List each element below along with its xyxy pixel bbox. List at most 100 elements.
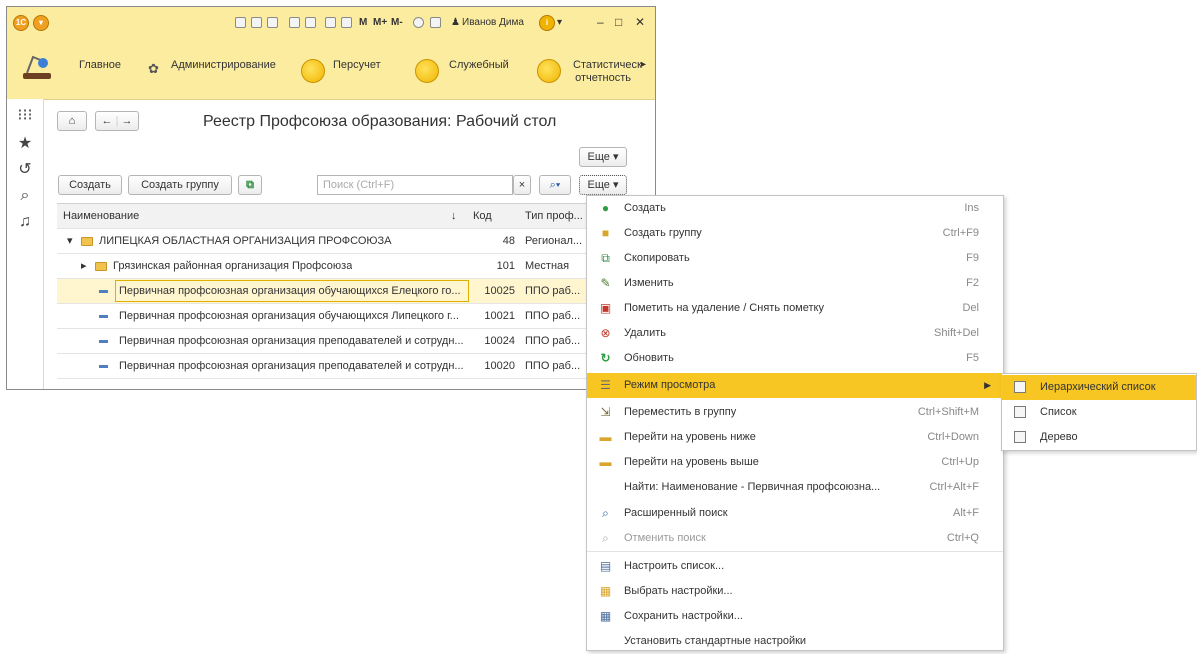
- submenu-item-list[interactable]: Список: [1002, 400, 1196, 425]
- pencil-icon: ✎: [600, 276, 611, 290]
- memory-m[interactable]: M: [359, 17, 367, 28]
- header-code[interactable]: Код: [473, 204, 492, 228]
- row-type: Регионал...: [525, 235, 583, 247]
- section-stats[interactable]: Статистическ отчетность: [573, 59, 642, 85]
- maximize-icon[interactable]: □: [615, 15, 622, 29]
- table-row[interactable]: Первичная профсоюзная организация обучаю…: [57, 279, 635, 304]
- table-row[interactable]: ▸ Грязинская районная организация Профсо…: [57, 254, 635, 279]
- calendar-icon[interactable]: [341, 17, 352, 28]
- row-name: Грязинская районная организация Профсоюз…: [113, 260, 353, 272]
- save-settings-icon: ▦: [599, 609, 612, 623]
- user-name[interactable]: Иванов Дима: [462, 17, 524, 28]
- calc-icon[interactable]: [325, 17, 336, 28]
- print-icon[interactable]: [251, 17, 262, 28]
- chevron-down-icon[interactable]: ▾: [557, 17, 562, 28]
- section-persuchet[interactable]: Персучет: [333, 59, 381, 72]
- submenu-item-tree[interactable]: Дерево: [1002, 425, 1196, 450]
- search-input[interactable]: Поиск (Ctrl+F): [317, 175, 513, 195]
- favorites-icon[interactable]: ★: [16, 135, 34, 153]
- info-icon[interactable]: i: [539, 15, 555, 31]
- row-code: 10020: [484, 360, 515, 372]
- search-icon[interactable]: ⌕: [16, 187, 34, 205]
- section-main[interactable]: Главное: [79, 59, 121, 72]
- table-header: Наименование ↓ Код Тип проф...: [57, 204, 635, 229]
- menu-item-choose-settings[interactable]: ▦ Выбрать настройки...: [587, 579, 1003, 604]
- menu-item-refresh[interactable]: ↻ Обновить F5: [587, 346, 1003, 371]
- memory-mplus[interactable]: M+: [373, 17, 387, 28]
- clear-search-icon[interactable]: ×: [513, 175, 531, 195]
- row-type: ППО раб...: [525, 360, 581, 372]
- row-type: ППО раб...: [525, 335, 581, 347]
- home-button[interactable]: ⌂: [57, 111, 87, 131]
- list-table: Наименование ↓ Код Тип проф... ▾ ЛИПЕЦКА…: [57, 203, 635, 380]
- back-button[interactable]: ←: [102, 115, 113, 127]
- attach-icon[interactable]: [289, 17, 300, 28]
- row-name: Первичная профсоюзная организация препод…: [119, 335, 464, 347]
- copy-icon[interactable]: ⧉: [238, 175, 262, 195]
- forward-button[interactable]: →: [121, 115, 132, 127]
- cancel-search-icon: ⌕: [602, 531, 609, 545]
- minimize-icon[interactable]: –: [597, 15, 604, 29]
- scroll-right-icon[interactable]: ▸: [641, 59, 646, 70]
- menu-item-view-mode[interactable]: ☰ Режим просмотра ▶: [587, 373, 1003, 398]
- all-functions-icon[interactable]: ⁝⁝⁝: [16, 107, 34, 125]
- row-name: Первичная профсоюзная организация обучаю…: [119, 310, 459, 322]
- section-service[interactable]: Служебный: [449, 59, 509, 72]
- settings-folder-icon: ▦: [599, 584, 612, 598]
- table-row[interactable]: Первичная профсоюзная организация обучаю…: [57, 304, 635, 329]
- menu-item-copy[interactable]: ⧉ Скопировать F9: [587, 246, 1003, 271]
- move-group-icon: ⇲: [600, 405, 611, 419]
- row-expand-icon[interactable]: ▸: [81, 254, 87, 278]
- zoom-icon[interactable]: [413, 17, 424, 28]
- create-group-button[interactable]: Создать группу: [128, 175, 232, 195]
- header-type[interactable]: Тип проф...: [525, 204, 583, 228]
- 1c-logo-icon[interactable]: 1C: [13, 15, 29, 31]
- menu-item-create[interactable]: ● Создать Ins: [587, 196, 1003, 221]
- menu-item-mark-delete[interactable]: ▣ Пометить на удаление / Снять пометку D…: [587, 296, 1003, 321]
- menu-item-advanced-search[interactable]: ⌕ Расширенный поиск Alt+F: [587, 501, 1003, 526]
- save-icon[interactable]: [235, 17, 246, 28]
- title-bar: 1C ▾ M M+ M- ♟ Иванов Дима i ▾ – □ ✕: [7, 7, 655, 42]
- service-icon: [415, 59, 439, 83]
- level-down-icon: ▬: [599, 430, 612, 444]
- row-expand-icon[interactable]: ▾: [67, 229, 73, 253]
- nav-buttons: ← | →: [95, 111, 139, 131]
- history-icon[interactable]: ↺: [16, 161, 34, 179]
- menu-item-delete[interactable]: ⊗ Удалить Shift+Del: [587, 321, 1003, 346]
- app-window: 1C ▾ M M+ M- ♟ Иванов Дима i ▾ – □ ✕ Гла…: [6, 6, 656, 390]
- menu-item-default-settings[interactable]: Установить стандартные настройки: [587, 629, 1003, 654]
- main-section-icon[interactable]: [19, 51, 55, 85]
- menu-item-cancel-search[interactable]: ⌕ Отменить поиск Ctrl+Q: [587, 526, 1003, 551]
- hierarchical-list-icon: [1014, 381, 1026, 393]
- panel-icon[interactable]: [430, 17, 441, 28]
- main-menu-icon[interactable]: ▾: [33, 15, 49, 31]
- menu-item-move-group[interactable]: ⇲ Переместить в группу Ctrl+Shift+M: [587, 400, 1003, 425]
- header-name[interactable]: Наименование: [63, 204, 139, 228]
- table-row[interactable]: Первичная профсоюзная организация препод…: [57, 354, 635, 379]
- item-icon: [99, 304, 108, 328]
- menu-item-create-group[interactable]: ■ Создать группу Ctrl+F9: [587, 221, 1003, 246]
- item-icon: [99, 354, 108, 378]
- menu-item-find[interactable]: Найти: Наименование - Первичная профсоюз…: [587, 475, 1003, 500]
- section-admin[interactable]: Администрирование: [171, 59, 276, 72]
- more-button[interactable]: Еще ▾: [579, 175, 627, 195]
- submenu-arrow-icon: ▶: [984, 380, 991, 390]
- print2-icon[interactable]: [305, 17, 316, 28]
- submenu-item-hierarchical[interactable]: Иерархический список: [1002, 375, 1196, 400]
- menu-item-configure-list[interactable]: ▤ Настроить список...: [587, 554, 1003, 579]
- preview-icon[interactable]: [267, 17, 278, 28]
- more-button-top[interactable]: Еще ▾: [579, 147, 627, 167]
- menu-item-save-settings[interactable]: ▦ Сохранить настройки...: [587, 604, 1003, 629]
- table-row[interactable]: Первичная профсоюзная организация препод…: [57, 329, 635, 354]
- menu-item-level-down[interactable]: ▬ Перейти на уровень ниже Ctrl+Down: [587, 425, 1003, 450]
- close-icon[interactable]: ✕: [635, 15, 645, 29]
- menu-item-edit[interactable]: ✎ Изменить F2: [587, 271, 1003, 296]
- create-button[interactable]: Создать: [58, 175, 122, 195]
- menu-item-level-up[interactable]: ▬ Перейти на уровень выше Ctrl+Up: [587, 450, 1003, 475]
- table-row[interactable]: ▾ ЛИПЕЦКАЯ ОБЛАСТНАЯ ОРГАНИЗАЦИЯ ПРОФСОЮ…: [57, 229, 635, 254]
- search-options-button[interactable]: ⌕▾: [539, 175, 571, 195]
- bell-icon[interactable]: ♫: [16, 213, 34, 231]
- folder-icon: [95, 254, 107, 278]
- memory-mminus[interactable]: M-: [391, 17, 403, 28]
- folder-icon: [81, 229, 93, 253]
